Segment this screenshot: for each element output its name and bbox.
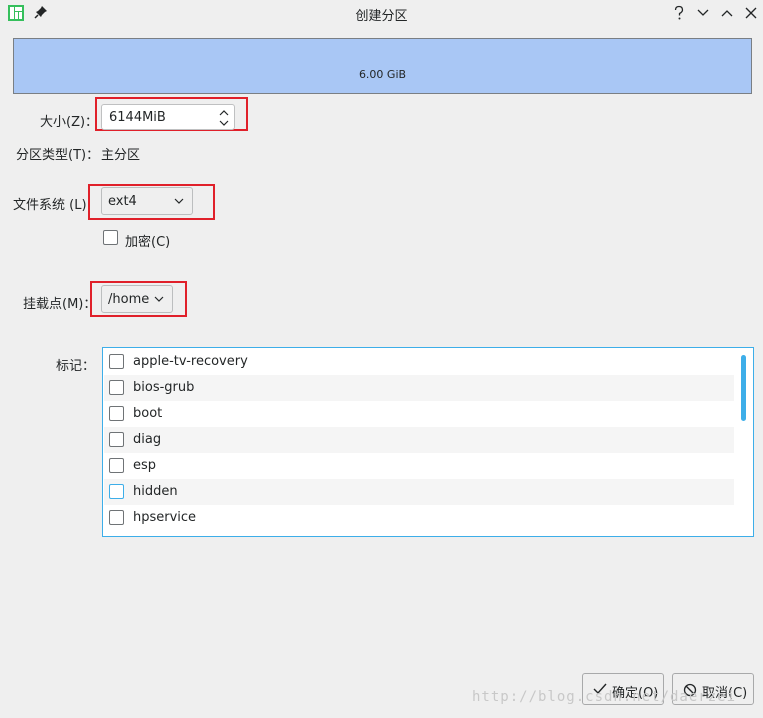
flag-checkbox[interactable]: [109, 484, 124, 499]
partition-type-label: 分区类型(T)：: [16, 148, 100, 163]
flag-checkbox[interactable]: [109, 354, 124, 369]
partition-size-label: 6.00 GiB: [358, 68, 407, 81]
flags-scrollbar[interactable]: [741, 355, 746, 421]
chevron-down-icon: [174, 198, 184, 204]
mountpoint-combobox[interactable]: /home: [101, 285, 173, 313]
flag-label: diag: [133, 432, 162, 447]
encrypt-label[interactable]: 加密(C): [125, 231, 170, 250]
flag-label: hidden: [133, 484, 178, 499]
title-bar: 创建分区: [0, 0, 763, 26]
encrypt-checkbox[interactable]: [103, 230, 118, 245]
chevron-down-icon: [154, 296, 164, 302]
flag-checkbox[interactable]: [109, 510, 124, 525]
flag-row-diag[interactable]: diag: [104, 427, 734, 453]
flag-checkbox[interactable]: [109, 406, 124, 421]
watermark-text: http://blog.csdn.net/daerzei: [472, 689, 737, 705]
close-icon[interactable]: [742, 4, 760, 22]
flag-label: hpservice: [133, 510, 197, 525]
flags-label: 标记：: [56, 359, 96, 374]
size-label: 大小(Z)：: [40, 115, 99, 130]
partition-type-value: 主分区: [101, 148, 141, 163]
filesystem-value: ext4: [108, 194, 137, 209]
maximize-chevron-up-icon[interactable]: [718, 4, 736, 22]
flag-label: esp: [133, 458, 157, 473]
flag-row-hidden[interactable]: hidden: [104, 479, 734, 505]
flag-row-hpservice[interactable]: hpservice: [104, 505, 734, 531]
window-title: 创建分区: [355, 9, 408, 24]
flag-row-apple-tv-recovery[interactable]: apple-tv-recovery: [104, 349, 734, 375]
mountpoint-value: /home: [108, 292, 150, 307]
size-value: 6144MiB: [109, 110, 166, 125]
flag-row-bios-grub[interactable]: bios-grub: [104, 375, 734, 401]
minimize-chevron-down-icon[interactable]: [694, 4, 712, 22]
help-icon[interactable]: [670, 4, 688, 22]
filesystem-label: 文件系统 (L): [13, 198, 87, 213]
filesystem-combobox[interactable]: ext4: [101, 187, 193, 215]
flag-checkbox[interactable]: [109, 380, 124, 395]
partition-preview-bar: 6.00 GiB: [13, 38, 752, 94]
flag-label: apple-tv-recovery: [133, 354, 248, 369]
mountpoint-label: 挂载点(M)：: [23, 297, 97, 312]
flag-row-esp[interactable]: esp: [104, 453, 734, 479]
flag-checkbox[interactable]: [109, 432, 124, 447]
flag-label: boot: [133, 406, 163, 421]
spin-arrows-icon[interactable]: [219, 108, 229, 128]
flag-label: bios-grub: [133, 380, 195, 395]
flag-row-boot[interactable]: boot: [104, 401, 734, 427]
size-spinbox[interactable]: 6144MiB: [101, 104, 235, 130]
flags-list[interactable]: apple-tv-recovery bios-grub boot diag es…: [102, 347, 754, 537]
flag-checkbox[interactable]: [109, 458, 124, 473]
